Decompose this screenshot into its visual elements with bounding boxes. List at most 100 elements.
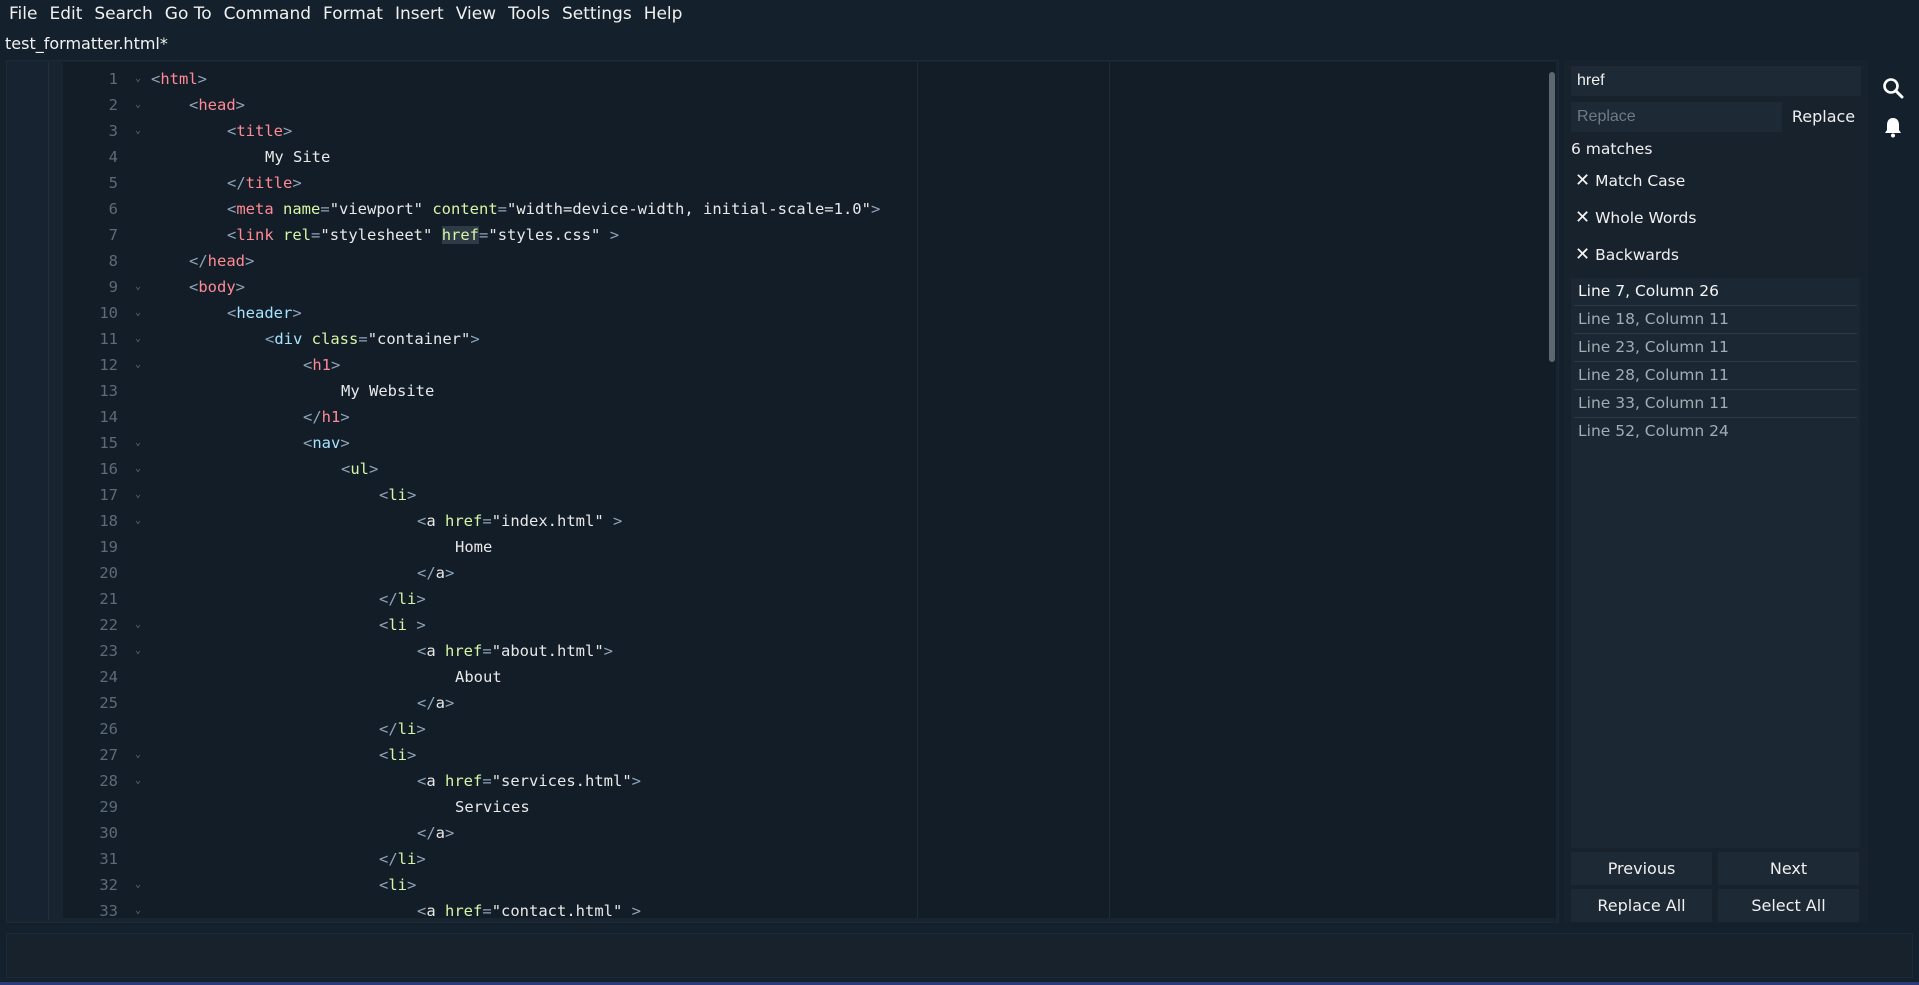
- replace-input[interactable]: [1571, 102, 1782, 132]
- line-number: 9: [108, 278, 118, 296]
- code-line[interactable]: 14 </h1>: [63, 404, 1556, 430]
- next-button[interactable]: Next: [1718, 852, 1859, 885]
- code-text: <meta name="viewport" content="width=dev…: [227, 200, 881, 218]
- code-editor[interactable]: 1 ⌄ <html> 2 ⌄ <head> 3 ⌄ <title> 4 My Site 5 </titl…: [63, 62, 1556, 918]
- fold-chevron-icon[interactable]: ⌄: [132, 612, 144, 638]
- fold-chevron-icon[interactable]: ⌄: [132, 768, 144, 794]
- code-line[interactable]: 17 ⌄ <li>: [63, 482, 1556, 508]
- code-line[interactable]: 4 My Site: [63, 144, 1556, 170]
- code-line[interactable]: 32 ⌄ <li>: [63, 872, 1556, 898]
- code-line[interactable]: 2 ⌄ <head>: [63, 92, 1556, 118]
- replace-all-button[interactable]: Replace All: [1571, 889, 1712, 922]
- fold-chevron-icon[interactable]: ⌄: [132, 898, 144, 918]
- code-text: </head>: [189, 252, 255, 270]
- menu-view[interactable]: View: [451, 0, 502, 28]
- menu-goto[interactable]: Go To: [160, 0, 218, 28]
- code-text: <li >: [379, 616, 426, 634]
- code-line[interactable]: 23 ⌄ <a href="about.html">: [63, 638, 1556, 664]
- code-line[interactable]: 10 ⌄ <header>: [63, 300, 1556, 326]
- code-line[interactable]: 16 ⌄ <ul>: [63, 456, 1556, 482]
- match-case-toggle[interactable]: ✕ Match Case: [1575, 170, 1685, 191]
- code-line[interactable]: 27 ⌄ <li>: [63, 742, 1556, 768]
- code-line[interactable]: 21 </li>: [63, 586, 1556, 612]
- fold-chevron-icon[interactable]: ⌄: [132, 638, 144, 664]
- menu-command[interactable]: Command: [219, 0, 317, 28]
- menu-settings[interactable]: Settings: [557, 0, 638, 28]
- backwards-toggle[interactable]: ✕ Backwards: [1575, 244, 1679, 265]
- code-line[interactable]: 26 </li>: [63, 716, 1556, 742]
- code-line[interactable]: 20 </a>: [63, 560, 1556, 586]
- result-item[interactable]: Line 23, Column 11: [1574, 334, 1857, 362]
- code-text: <div class="container">: [265, 330, 480, 348]
- fold-chevron-icon[interactable]: ⌄: [132, 352, 144, 378]
- menu-file[interactable]: File: [0, 0, 43, 28]
- replace-button[interactable]: Replace: [1786, 102, 1861, 132]
- code-line[interactable]: 5 </title>: [63, 170, 1556, 196]
- result-item[interactable]: Line 28, Column 11: [1574, 362, 1857, 390]
- fold-chevron-icon[interactable]: ⌄: [132, 508, 144, 534]
- code-line[interactable]: 31 </li>: [63, 846, 1556, 872]
- fold-chevron-icon[interactable]: ⌄: [132, 326, 144, 352]
- fold-chevron-icon[interactable]: ⌄: [132, 66, 144, 92]
- code-text: </a>: [417, 564, 455, 582]
- code-line[interactable]: 9 ⌄ <body>: [63, 274, 1556, 300]
- menu-insert[interactable]: Insert: [390, 0, 450, 28]
- find-input[interactable]: [1571, 66, 1861, 96]
- code-line[interactable]: 7 <link rel="stylesheet" href="styles.css…: [63, 222, 1556, 248]
- code-line[interactable]: 25 </a>: [63, 690, 1556, 716]
- result-item[interactable]: Line 7, Column 26: [1574, 278, 1857, 306]
- code-line[interactable]: 22 ⌄ <li >: [63, 612, 1556, 638]
- fold-chevron-icon[interactable]: ⌄: [132, 118, 144, 144]
- code-text: </a>: [417, 694, 455, 712]
- menu-search[interactable]: Search: [89, 0, 158, 28]
- code-text: About: [455, 668, 502, 686]
- fold-chevron-icon[interactable]: ⌄: [132, 872, 144, 898]
- line-number: 6: [108, 200, 118, 218]
- code-line[interactable]: 33 ⌄ <a href="contact.html" >: [63, 898, 1556, 918]
- close-icon: ✕: [1575, 170, 1591, 191]
- code-line[interactable]: 19 Home: [63, 534, 1556, 560]
- line-number: 5: [108, 174, 118, 192]
- document-tab[interactable]: test_formatter.html*: [5, 34, 168, 53]
- code-line[interactable]: 1 ⌄ <html>: [63, 66, 1556, 92]
- code-line[interactable]: 6 <meta name="viewport" content="width=de…: [63, 196, 1556, 222]
- result-item[interactable]: Line 52, Column 24: [1574, 418, 1857, 445]
- code-line[interactable]: 30 </a>: [63, 820, 1556, 846]
- code-line[interactable]: 18 ⌄ <a href="index.html" >: [63, 508, 1556, 534]
- code-line[interactable]: 15 ⌄ <nav>: [63, 430, 1556, 456]
- menu-format[interactable]: Format: [318, 0, 389, 28]
- code-line[interactable]: 11 ⌄ <div class="container">: [63, 326, 1556, 352]
- code-line[interactable]: 3 ⌄ <title>: [63, 118, 1556, 144]
- fold-chevron-icon[interactable]: ⌄: [132, 482, 144, 508]
- whole-words-toggle[interactable]: ✕ Whole Words: [1575, 207, 1696, 228]
- code-line[interactable]: 12 ⌄ <h1>: [63, 352, 1556, 378]
- fold-chevron-icon[interactable]: ⌄: [132, 300, 144, 326]
- fold-chevron-icon[interactable]: ⌄: [132, 742, 144, 768]
- bell-icon[interactable]: [1882, 116, 1904, 138]
- result-item[interactable]: Line 18, Column 11: [1574, 306, 1857, 334]
- fold-chevron-icon[interactable]: ⌄: [132, 274, 144, 300]
- menu-bar: File Edit Search Go To Command Format In…: [0, 0, 1919, 28]
- code-line[interactable]: 13 My Website: [63, 378, 1556, 404]
- menu-tools[interactable]: Tools: [503, 0, 556, 28]
- line-number: 10: [99, 304, 118, 322]
- code-line[interactable]: 29 Services: [63, 794, 1556, 820]
- line-number: 31: [99, 850, 118, 868]
- search-icon[interactable]: [1882, 77, 1904, 99]
- previous-button[interactable]: Previous: [1571, 852, 1712, 885]
- menu-edit[interactable]: Edit: [44, 0, 88, 28]
- code-text: <ul>: [341, 460, 379, 478]
- select-all-button[interactable]: Select All: [1718, 889, 1859, 922]
- menu-help[interactable]: Help: [639, 0, 689, 28]
- fold-chevron-icon[interactable]: ⌄: [132, 430, 144, 456]
- code-line[interactable]: 28 ⌄ <a href="services.html">: [63, 768, 1556, 794]
- code-text: <li>: [379, 486, 417, 504]
- editor-scrollbar-thumb[interactable]: [1549, 72, 1555, 362]
- code-line[interactable]: 8 </head>: [63, 248, 1556, 274]
- code-text: <title>: [227, 122, 293, 140]
- fold-chevron-icon[interactable]: ⌄: [132, 92, 144, 118]
- code-line[interactable]: 24 About: [63, 664, 1556, 690]
- fold-chevron-icon[interactable]: ⌄: [132, 456, 144, 482]
- code-text: My Website: [341, 382, 435, 400]
- result-item[interactable]: Line 33, Column 11: [1574, 390, 1857, 418]
